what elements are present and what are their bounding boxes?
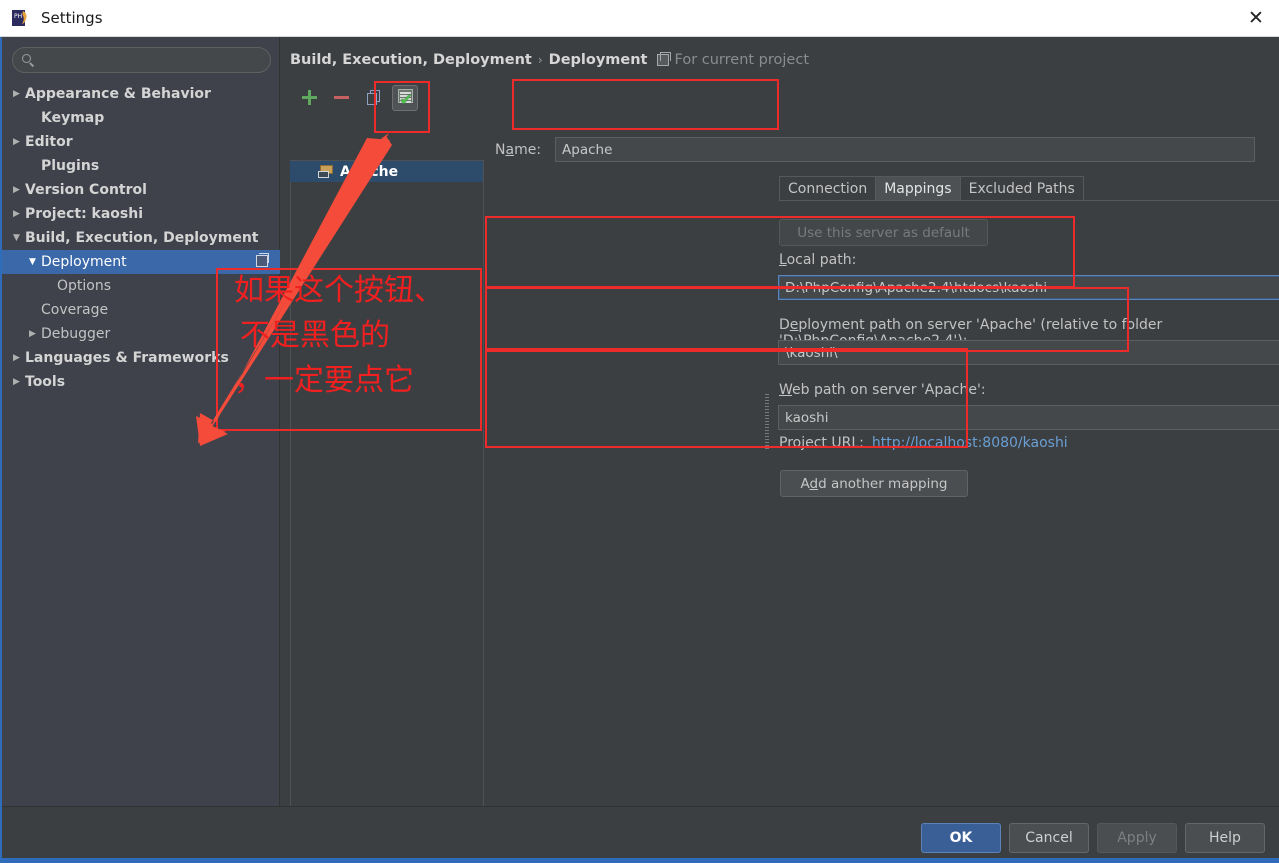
breadcrumb: Build, Execution, Deployment › Deploymen… <box>290 50 809 70</box>
server-list-toolbar: ✔ <box>290 81 485 114</box>
ok-button[interactable]: OK <box>921 823 1001 853</box>
list-item-apache[interactable]: Apache <box>290 161 483 182</box>
copy-icon <box>366 90 380 105</box>
tab-underline <box>779 200 1279 201</box>
minus-icon <box>333 96 349 99</box>
search-icon <box>22 53 35 67</box>
chevron-down-icon[interactable]: ▼ <box>26 257 39 267</box>
settings-content-pane: Build, Execution, Deployment › Deploymen… <box>281 37 1279 820</box>
copy-setting-icon[interactable] <box>256 253 269 267</box>
sidebar-item-label: Plugins <box>41 158 100 174</box>
sidebar-item-label: Editor <box>25 134 73 150</box>
sidebar-item-version-control[interactable]: ▶ Version Control <box>2 178 280 202</box>
list-item-label: Apache <box>340 163 399 180</box>
tab-mappings[interactable]: Mappings <box>875 176 960 201</box>
chevron-right-icon[interactable]: ▶ <box>10 353 23 363</box>
close-icon[interactable]: ✕ <box>1233 0 1279 36</box>
project-url-link[interactable]: http://localhost:8080/kaoshi <box>872 435 1068 451</box>
chevron-right-icon[interactable]: ▶ <box>10 209 23 219</box>
sidebar-item-appearance-behavior[interactable]: ▶ Appearance & Behavior <box>2 82 280 106</box>
sidebar-item-tools[interactable]: ▶ Tools <box>2 370 280 394</box>
sidebar-item-debugger[interactable]: ▶ Debugger <box>2 322 280 346</box>
add-server-button[interactable] <box>296 85 322 111</box>
web-path-label: Web path on server 'Apache': <box>779 382 986 398</box>
sidebar-item-label: Version Control <box>25 182 147 198</box>
local-path-input[interactable] <box>778 275 1279 300</box>
server-tabs: Connection Mappings Excluded Paths <box>779 176 1084 201</box>
settings-sidebar: ▶ Appearance & Behavior Keymap ▶ Editor Plugi… <box>2 37 280 806</box>
server-list[interactable] <box>290 160 484 820</box>
help-button[interactable]: Help <box>1185 823 1265 853</box>
sidebar-item-label: Build, Execution, Deployment <box>25 230 259 246</box>
use-this-server-as-default-button[interactable]: Use this server as default <box>779 219 988 246</box>
sidebar-item-label: Languages & Frameworks <box>25 350 229 366</box>
sidebar-item-plugins[interactable]: Plugins <box>2 154 280 178</box>
mapping-drag-handle[interactable] <box>765 394 769 450</box>
settings-tree: ▶ Appearance & Behavior Keymap ▶ Editor Plugi… <box>2 82 280 394</box>
breadcrumb-separator: › <box>537 53 543 67</box>
tab-connection[interactable]: Connection <box>779 176 876 201</box>
sidebar-item-languages-frameworks[interactable]: ▶ Languages & Frameworks <box>2 346 280 370</box>
search-input[interactable] <box>41 52 270 68</box>
sidebar-item-options[interactable]: Options <box>2 274 280 298</box>
sidebar-item-label: Appearance & Behavior <box>25 86 211 102</box>
name-label: Name: <box>495 141 542 158</box>
sidebar-item-label: Options <box>57 278 112 294</box>
sidebar-item-label: Keymap <box>41 110 105 126</box>
window-bottom-accent <box>0 858 1279 863</box>
sidebar-item-label: Debugger <box>41 326 111 342</box>
add-another-mapping-button[interactable]: Add another mapping <box>780 470 968 497</box>
sidebar-item-label: Tools <box>25 374 66 390</box>
sidebar-item-label: Project: kaoshi <box>25 206 144 222</box>
project-url-row: Project URL: http://localhost:8080/kaosh… <box>779 435 1068 451</box>
project-url-label: Project URL: <box>779 435 864 451</box>
chevron-right-icon[interactable]: ▶ <box>10 137 23 147</box>
web-path-input[interactable] <box>778 405 1279 430</box>
deployment-path-input[interactable] <box>778 340 1279 365</box>
breadcrumb-leaf: Deployment <box>548 52 648 68</box>
name-input[interactable] <box>555 137 1256 162</box>
sidebar-item-build-execution-deployment[interactable]: ▼ Build, Execution, Deployment <box>2 226 280 250</box>
server-folder-icon <box>318 164 334 179</box>
sidebar-item-coverage[interactable]: Coverage <box>2 298 280 322</box>
local-path-label: Local path: <box>779 252 857 268</box>
cancel-button[interactable]: Cancel <box>1009 823 1089 853</box>
use-as-default-button[interactable]: ✔ <box>392 84 418 111</box>
project-scope-icon <box>656 52 671 66</box>
breadcrumb-scope-label: For current project <box>674 52 810 68</box>
apply-button[interactable]: Apply <box>1097 823 1177 853</box>
sidebar-item-deployment[interactable]: ▼ Deployment <box>2 250 280 274</box>
chevron-down-icon[interactable]: ▼ <box>10 233 23 243</box>
copy-server-button[interactable] <box>360 85 386 111</box>
server-default-icon: ✔ <box>397 89 413 109</box>
sidebar-item-label: Deployment <box>41 254 127 270</box>
settings-dialog-body: ▶ Appearance & Behavior Keymap ▶ Editor Plugi… <box>0 37 1279 863</box>
plus-icon <box>301 90 317 105</box>
chevron-right-icon[interactable]: ▶ <box>26 329 39 339</box>
sidebar-item-label: Coverage <box>41 302 109 318</box>
sidebar-item-editor[interactable]: ▶ Editor <box>2 130 280 154</box>
phpstorm-icon: PH <box>11 8 31 28</box>
svg-text:PH: PH <box>14 13 22 20</box>
chevron-right-icon[interactable]: ▶ <box>10 89 23 99</box>
sidebar-item-keymap[interactable]: Keymap <box>2 106 280 130</box>
dialog-footer: OK Cancel Apply Help <box>2 806 1279 863</box>
sidebar-item-project-kaoshi[interactable]: ▶ Project: kaoshi <box>2 202 280 226</box>
chevron-right-icon[interactable]: ▶ <box>10 377 23 387</box>
name-row: Name: <box>495 137 1256 162</box>
window-title: Settings <box>41 9 103 27</box>
search-box[interactable] <box>12 47 271 73</box>
remove-server-button[interactable] <box>328 85 354 111</box>
tab-excluded-paths[interactable]: Excluded Paths <box>959 176 1084 201</box>
breadcrumb-root: Build, Execution, Deployment <box>290 52 532 68</box>
window-title-bar: PH Settings ✕ <box>0 0 1279 37</box>
chevron-right-icon[interactable]: ▶ <box>10 185 23 195</box>
